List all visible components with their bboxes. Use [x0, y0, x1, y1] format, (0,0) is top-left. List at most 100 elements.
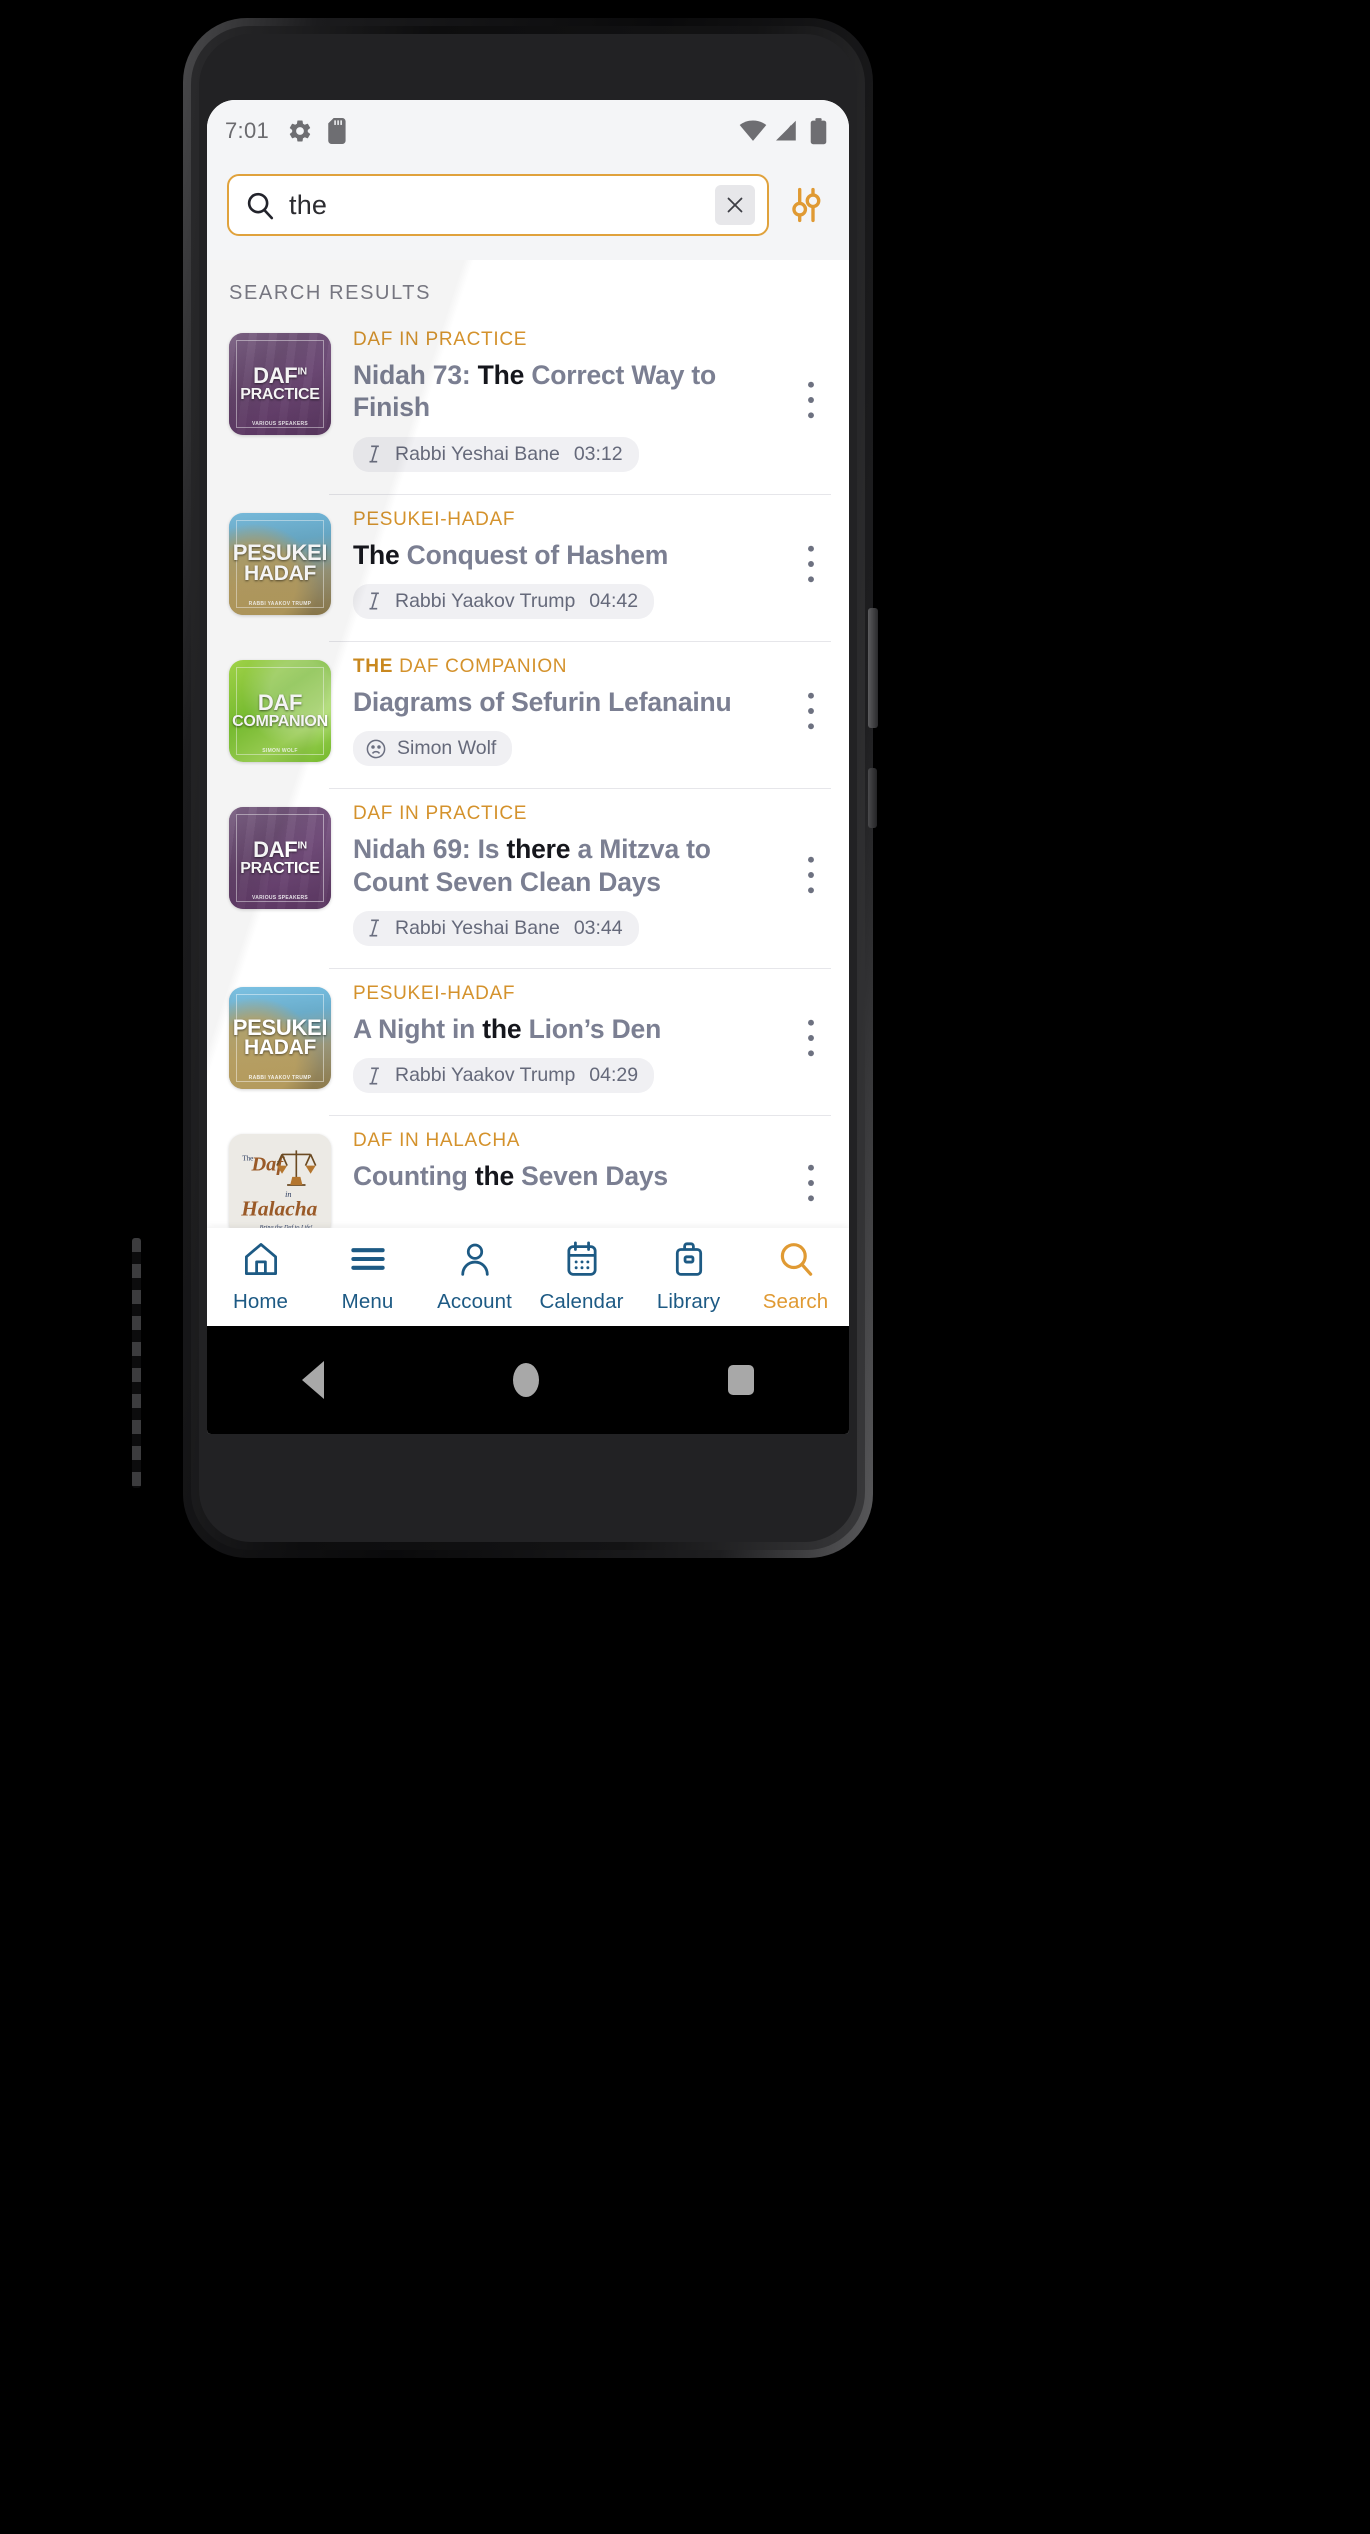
result-thumbnail[interactable]: DAF COMPANION SIMON WOLF: [229, 659, 331, 762]
result-speaker: Simon Wolf: [397, 737, 497, 760]
search-input-value: the: [289, 189, 328, 220]
filter-button[interactable]: [783, 182, 829, 228]
status-bar: 7:01: [207, 100, 849, 162]
daf-in-halacha-logo: The Daf in Halacha Bring the Daf to Life…: [229, 1134, 331, 1237]
briefcase-icon: [670, 1240, 708, 1283]
result-series-label: PESUKEI-HADAF: [353, 508, 516, 530]
result-speaker: Rabbi Yaakov Trump: [395, 1064, 576, 1087]
search-icon: [777, 1240, 815, 1283]
result-meta: Rabbi Yaakov Trump 04:42: [353, 583, 655, 619]
italic-i-icon: [369, 919, 379, 937]
thumb-title: PESUKEI HADAF: [232, 1014, 328, 1060]
nav-item-label: Search: [762, 1290, 829, 1313]
nav-item-account[interactable]: Account: [421, 1240, 528, 1314]
recents-square-icon[interactable]: [728, 1365, 755, 1395]
result-item[interactable]: PESUKEI HADAF RABBI YAAKOV TRUMP PESUKEI…: [207, 969, 849, 1094]
result-more-button[interactable]: [791, 1163, 831, 1203]
search-input[interactable]: the: [227, 174, 769, 236]
result-thumbnail[interactable]: PESUKEI HADAF RABBI YAAKOV TRUMP: [229, 512, 331, 615]
nav-item-menu[interactable]: Menu: [314, 1240, 421, 1314]
result-speaker: Rabbi Yeshai Bane: [395, 442, 560, 465]
result-duration: 04:42: [589, 589, 639, 612]
sd-card-icon: [328, 118, 346, 144]
result-thumbnail[interactable]: DAFIN PRACTICE VARIOUS SPEAKERS: [229, 333, 331, 435]
thumb-subtitle: VARIOUS SPEAKERS: [251, 895, 309, 902]
result-more-button[interactable]: [791, 855, 831, 895]
thumb-subtitle: SIMON WOLF: [262, 747, 298, 754]
result-duration: 03:44: [573, 916, 623, 939]
result-more-button[interactable]: [791, 691, 831, 731]
result-item[interactable]: DAFIN PRACTICE VARIOUS SPEAKERS DAF IN P…: [207, 315, 849, 472]
result-title[interactable]: The Conquest of Hashem: [353, 539, 783, 571]
nav-item-search[interactable]: Search: [742, 1240, 849, 1314]
result-text-block: PESUKEI-HADAF The Conquest of Hashem Rab…: [331, 509, 791, 619]
result-meta: Rabbi Yeshai Bane 03:44: [353, 910, 639, 946]
person-icon: [456, 1240, 494, 1283]
search-header: the: [207, 162, 849, 260]
result-series-label: DAF IN HALACHA: [353, 1130, 521, 1152]
thumb-subtitle: RABBI YAAKOV TRUMP: [248, 1074, 312, 1081]
more-options-icon: [808, 692, 814, 730]
nav-item-home[interactable]: Home: [207, 1240, 314, 1314]
thumb-title: PESUKEI HADAF: [232, 540, 328, 586]
android-navigation-bar: [207, 1326, 849, 1434]
close-icon: [727, 197, 743, 213]
thumb-subtitle: VARIOUS SPEAKERS: [251, 421, 309, 427]
more-options-icon: [808, 856, 814, 893]
search-icon: [245, 190, 275, 220]
result-title[interactable]: Nidah 69: Is there a Mitzva to Count Sev…: [353, 833, 783, 898]
result-series-label: PESUKEI-HADAF: [353, 982, 516, 1004]
nav-item-label: Home: [232, 1290, 289, 1313]
hamburger-menu-icon: [349, 1240, 387, 1283]
result-meta: Rabbi Yeshai Bane 03:12: [353, 436, 639, 472]
thumb-title: DAFIN PRACTICE: [240, 837, 320, 878]
clear-search-button[interactable]: [715, 185, 755, 225]
search-results-list[interactable]: SEARCH RESULTS DAFIN PRACTICE VARIOUS SP…: [207, 260, 849, 1326]
result-item[interactable]: DAF COMPANION SIMON WOLF THE DAF COMPANI…: [207, 642, 849, 767]
result-meta: Simon Wolf: [353, 731, 513, 767]
nav-item-library[interactable]: Library: [635, 1240, 742, 1314]
nav-item-calendar[interactable]: Calendar: [528, 1240, 635, 1314]
result-text-block: THE DAF COMPANION Diagrams of Sefurin Le…: [331, 655, 791, 767]
result-series-label: DAF IN PRACTICE: [353, 329, 528, 350]
result-text-block: DAF IN HALACHA Counting the Seven Days: [331, 1130, 791, 1192]
results-rows: DAFIN PRACTICE VARIOUS SPEAKERS DAF IN P…: [207, 315, 849, 1237]
more-options-icon: [808, 545, 814, 583]
power-button[interactable]: [868, 608, 878, 728]
result-title[interactable]: Nidah 73: The Correct Way to Finish: [353, 359, 783, 424]
wifi-icon: [739, 120, 767, 141]
search-results-header: SEARCH RESULTS: [229, 282, 432, 304]
sim-tray: [132, 1238, 141, 1488]
result-title[interactable]: A Night in the Lion’s Den: [353, 1013, 783, 1045]
result-more-button[interactable]: [791, 1018, 831, 1058]
result-thumbnail[interactable]: The Daf in Halacha Bring the Daf to Life…: [229, 1134, 331, 1237]
result-item[interactable]: PESUKEI HADAF RABBI YAAKOV TRUMP PESUKEI…: [207, 495, 849, 619]
calendar-icon: [563, 1240, 601, 1283]
result-more-button[interactable]: [791, 380, 831, 420]
gear-icon: [289, 120, 311, 142]
nav-item-label: Account: [437, 1290, 512, 1313]
result-more-button[interactable]: [791, 544, 831, 584]
home-circle-icon[interactable]: [512, 1363, 539, 1397]
italic-i-icon: [369, 1067, 379, 1085]
phone-device-mockup: 7:01 the SEARCH RESULTS DAFIN PRACTICE V…: [88, 8, 878, 1568]
face-icon: [366, 739, 386, 759]
result-duration: 03:12: [573, 442, 623, 465]
result-series-label: THE DAF COMPANION: [353, 655, 568, 677]
result-thumbnail[interactable]: PESUKEI HADAF RABBI YAAKOV TRUMP: [229, 986, 331, 1089]
more-options-icon: [808, 1019, 814, 1057]
phone-screen: 7:01 the SEARCH RESULTS DAFIN PRACTICE V…: [207, 100, 849, 1434]
result-title[interactable]: Counting the Seven Days: [353, 1160, 783, 1192]
result-thumbnail[interactable]: DAFIN PRACTICE VARIOUS SPEAKERS: [229, 807, 331, 910]
status-bar-left-icons: [287, 118, 349, 144]
result-title[interactable]: Diagrams of Sefurin Lefanainu: [353, 686, 783, 718]
volume-button[interactable]: [868, 768, 877, 828]
result-speaker: Rabbi Yeshai Bane: [395, 916, 560, 939]
more-options-icon: [808, 1165, 814, 1202]
result-speaker: Rabbi Yaakov Trump: [395, 589, 576, 612]
status-bar-right-icons: [739, 117, 827, 145]
thumb-title: DAFIN PRACTICE: [240, 362, 320, 403]
back-triangle-icon[interactable]: [301, 1361, 324, 1399]
result-item[interactable]: The Daf in Halacha Bring the Daf to Life…: [207, 1116, 849, 1237]
result-item[interactable]: DAFIN PRACTICE VARIOUS SPEAKERS DAF IN P…: [207, 789, 849, 946]
